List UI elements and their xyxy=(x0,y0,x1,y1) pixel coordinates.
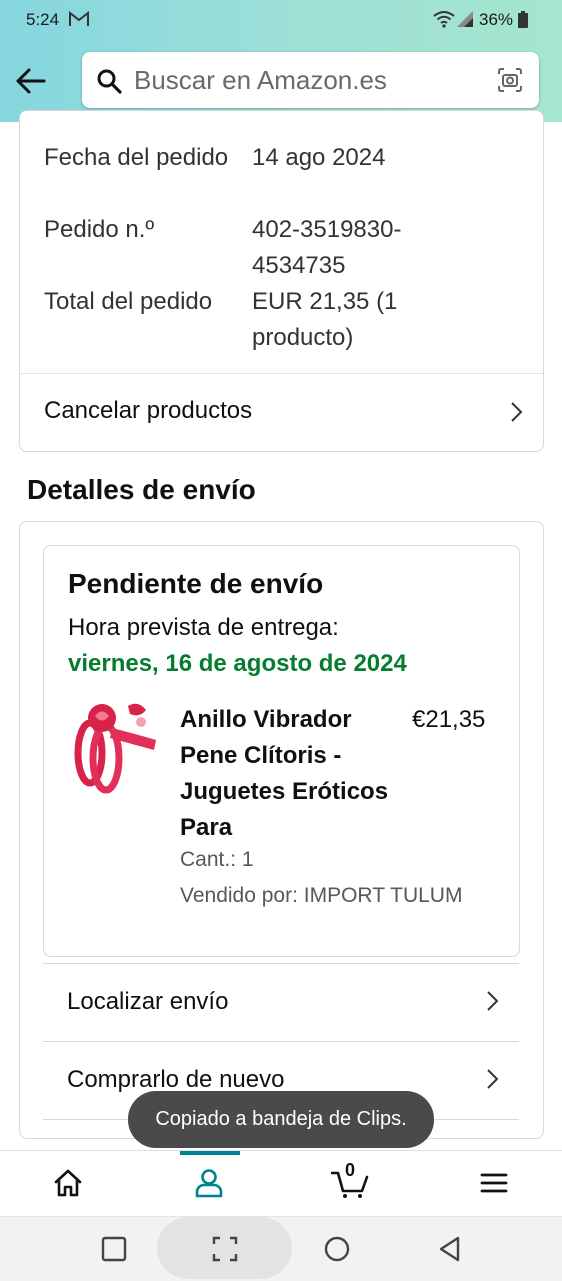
order-total-label: Total del pedido xyxy=(44,288,213,315)
home-icon[interactable] xyxy=(52,1167,84,1199)
chevron-right-icon xyxy=(487,1069,499,1089)
chevron-right-icon xyxy=(487,991,499,1011)
header: 5:24 36% xyxy=(0,0,562,122)
screenshot-icon[interactable] xyxy=(211,1235,239,1263)
order-date-value: 14 ago 2024 xyxy=(252,144,386,171)
toast-message: Copiado a bandeja de Clips. xyxy=(128,1091,434,1148)
shipment-status: Pendiente de envío xyxy=(68,568,324,599)
battery-percent: 36% xyxy=(479,10,514,29)
active-tab-indicator xyxy=(180,1151,240,1155)
wifi-icon xyxy=(433,11,455,28)
cancel-products-label: Cancelar productos xyxy=(44,397,253,424)
product-quantity: Cant.: 1 xyxy=(180,848,254,871)
gmail-notification-icon xyxy=(69,11,89,26)
track-package-row[interactable]: Localizar envío xyxy=(43,964,519,1040)
search-input[interactable] xyxy=(134,62,484,98)
chevron-right-icon xyxy=(511,402,523,422)
battery-icon xyxy=(518,11,528,28)
search-bar[interactable] xyxy=(82,52,539,108)
account-icon[interactable] xyxy=(193,1167,225,1199)
status-bar: 5:24 36% xyxy=(0,0,562,40)
cart-icon[interactable] xyxy=(331,1167,369,1199)
order-number-label: Pedido n.º xyxy=(44,216,155,243)
system-nav-bar xyxy=(0,1216,562,1281)
search-icon xyxy=(97,69,122,94)
back-button-icon[interactable] xyxy=(436,1235,464,1263)
buy-again-label: Comprarlo de nuevo xyxy=(67,1066,285,1093)
shipping-card: Pendiente de envío Hora prevista de entr… xyxy=(19,521,544,1139)
recent-apps-icon[interactable] xyxy=(100,1235,128,1263)
menu-icon[interactable] xyxy=(478,1167,510,1199)
product-title[interactable]: Anillo Vibrador Pene Clítoris - Juguetes… xyxy=(180,702,395,846)
cancel-products-row[interactable]: Cancelar productos xyxy=(20,374,543,450)
order-summary-card: Fecha del pedido 14 ago 2024 Pedido n.º … xyxy=(19,110,544,452)
product-seller: Vendido por: IMPORT TULUM xyxy=(180,884,463,907)
eta-label: Hora prevista de entrega: xyxy=(68,614,339,641)
track-package-label: Localizar envío xyxy=(67,988,229,1015)
bottom-nav: 0 xyxy=(0,1150,562,1217)
cell-signal-icon xyxy=(457,11,473,27)
camera-search-icon[interactable] xyxy=(496,66,524,94)
order-total-value: EUR 21,35 (1 producto) xyxy=(252,288,398,351)
product-image[interactable] xyxy=(66,698,161,798)
shipping-section-title: Detalles de envío xyxy=(27,474,256,505)
order-date-label: Fecha del pedido xyxy=(44,144,229,171)
shipment-box: Pendiente de envío Hora prevista de entr… xyxy=(43,545,520,957)
order-number-value: 402-3519830-4534735 xyxy=(252,216,402,279)
back-arrow-icon[interactable] xyxy=(14,64,48,98)
product-price: €21,35 xyxy=(412,706,486,733)
home-button-icon[interactable] xyxy=(323,1235,351,1263)
status-time: 5:24 xyxy=(26,10,60,29)
eta-date: viernes, 16 de agosto de 2024 xyxy=(68,650,407,677)
